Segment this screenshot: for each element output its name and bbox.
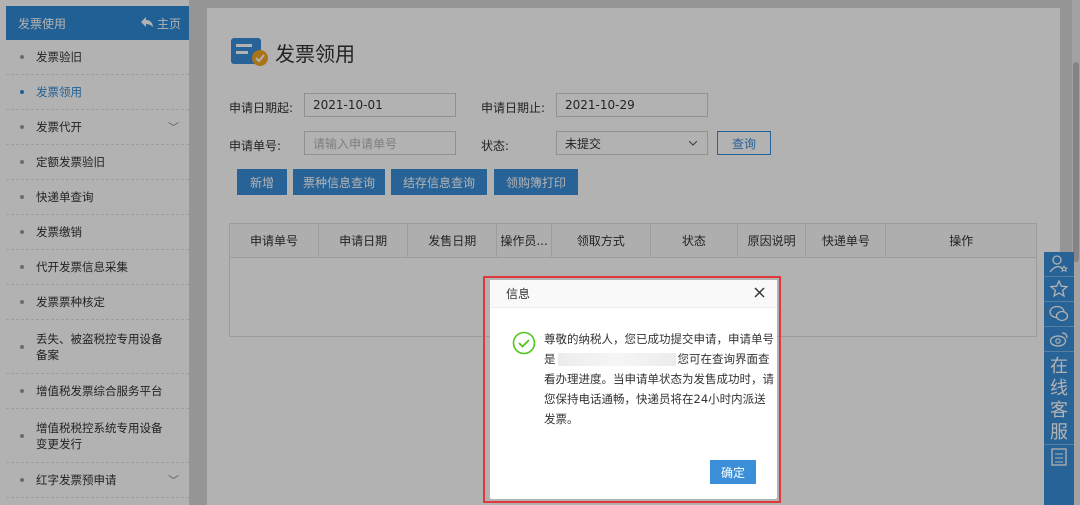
dialog-header: 信息 bbox=[490, 280, 777, 308]
dialog-title: 信息 bbox=[506, 287, 531, 301]
close-icon[interactable] bbox=[754, 286, 765, 302]
info-dialog: 信息 尊敬的纳税人，您已成功提交申请，申请单号是 您可在查询界面查看办理进度。当申… bbox=[490, 280, 777, 499]
dialog-message: 尊敬的纳税人，您已成功提交申请，申请单号是 您可在查询界面查看办理进度。当申请单状… bbox=[544, 329, 774, 429]
dialog-body: 尊敬的纳税人，您已成功提交申请，申请单号是 您可在查询界面查看办理进度。当申请单状… bbox=[512, 329, 774, 429]
confirm-label: 确定 bbox=[720, 465, 745, 480]
redacted-application-number bbox=[557, 353, 676, 366]
confirm-button[interactable]: 确定 bbox=[710, 460, 756, 484]
success-check-icon bbox=[512, 331, 536, 355]
